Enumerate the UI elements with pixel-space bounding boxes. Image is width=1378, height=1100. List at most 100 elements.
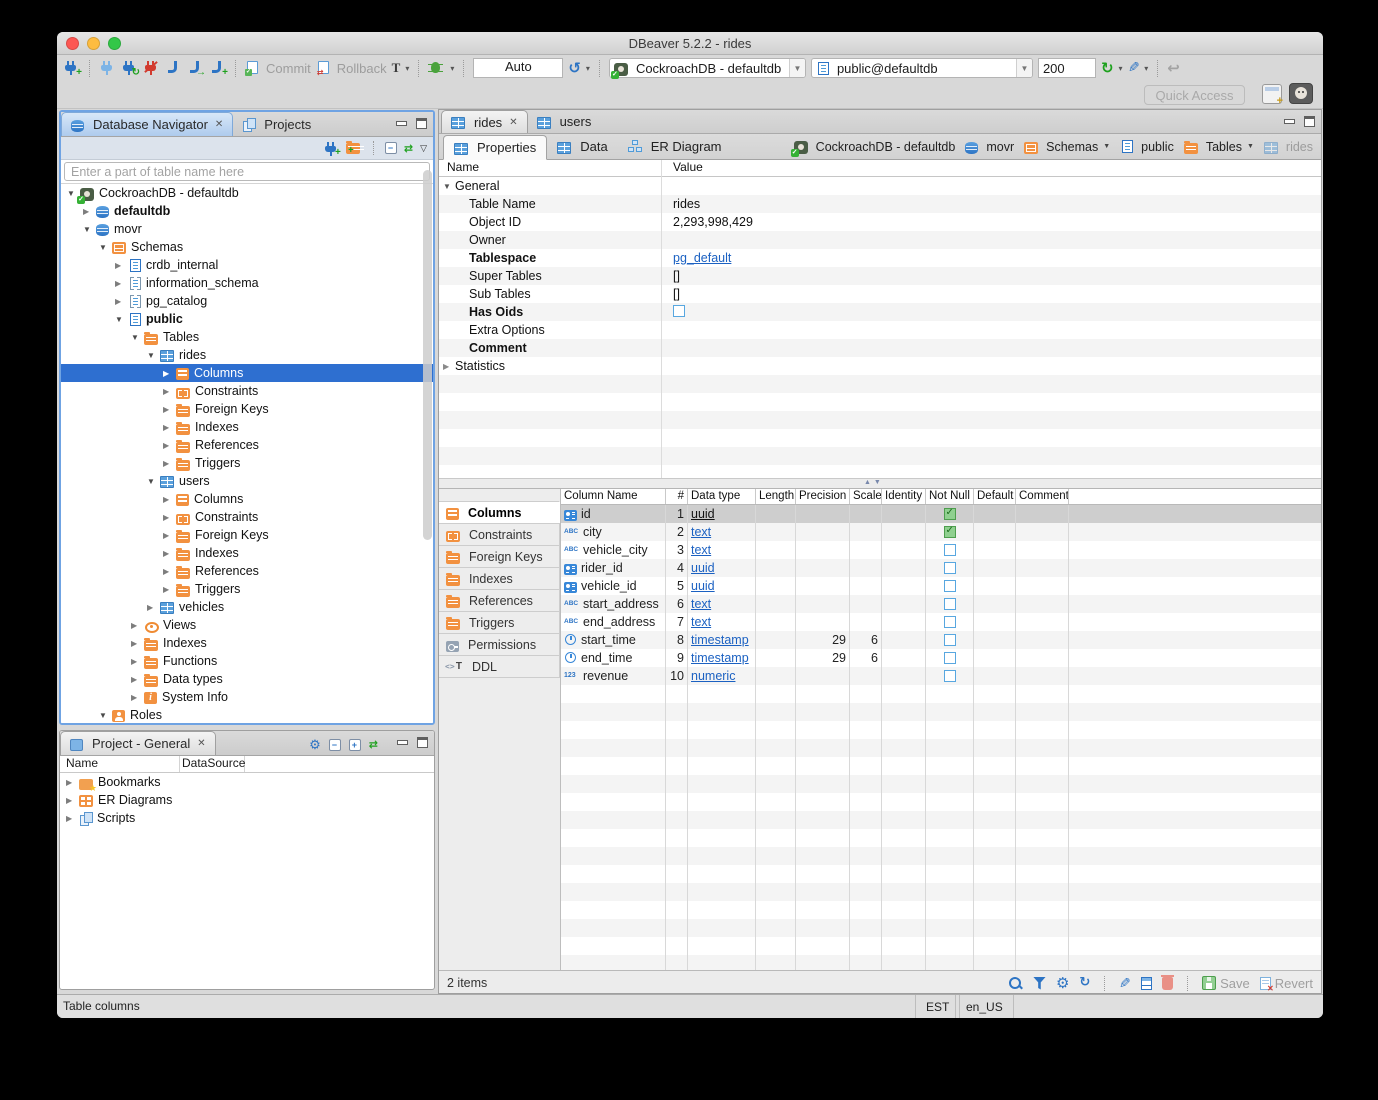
data-type-link[interactable]: uuid xyxy=(691,507,715,521)
column-row-end-address[interactable]: end_address7text xyxy=(561,613,1321,631)
maximize-view-icon[interactable] xyxy=(416,118,427,129)
quick-access-button[interactable]: Quick Access xyxy=(1144,85,1245,105)
splitter-sash[interactable]: ▲▼ xyxy=(439,478,1321,488)
dbeaver-perspective-icon[interactable] xyxy=(1289,83,1313,104)
column-row-id[interactable]: id1uuid xyxy=(561,505,1321,523)
new-connection-icon[interactable]: + xyxy=(63,60,80,76)
expand-arrow[interactable]: ▶ xyxy=(443,362,455,371)
minimize-editor-icon[interactable] xyxy=(1284,119,1295,124)
project-item-bookmarks[interactable]: ▶Bookmarks xyxy=(60,773,434,791)
detail-tab-permissions[interactable]: Permissions xyxy=(439,633,560,656)
detail-tab-foreign-keys[interactable]: Foreign Keys xyxy=(439,545,560,568)
new-sql-editor-icon[interactable]: + xyxy=(209,60,226,76)
connect-icon[interactable] xyxy=(99,60,116,76)
schema-combo[interactable]: public@defaultdb ▼ xyxy=(811,58,1033,78)
maximize-view-icon[interactable] xyxy=(417,737,428,748)
expand-arrow[interactable]: ▶ xyxy=(163,387,176,396)
expand-arrow[interactable]: ▼ xyxy=(83,225,96,234)
commit-button[interactable]: Commit xyxy=(245,60,311,76)
expand-arrow[interactable]: ▼ xyxy=(443,182,455,191)
property-row-table-name[interactable]: Table Namerides xyxy=(439,195,1321,213)
column-row-vehicle-city[interactable]: vehicle_city3text xyxy=(561,541,1321,559)
search-icon[interactable] xyxy=(1008,976,1023,991)
expand-arrow[interactable]: ▶ xyxy=(83,207,96,216)
tree-item-references[interactable]: ▶References xyxy=(61,562,433,580)
transaction-mode-button[interactable]: T▾ xyxy=(392,60,410,76)
delete-trash-icon[interactable] xyxy=(1162,977,1173,990)
property-value-link[interactable]: pg_default xyxy=(673,251,731,265)
tree-item-constraints[interactable]: ▶Constraints xyxy=(61,508,433,526)
subtab-properties[interactable]: Properties xyxy=(443,135,547,160)
tree-item-defaultdb[interactable]: ▶defaultdb xyxy=(61,202,433,220)
tree-item-references[interactable]: ▶References xyxy=(61,436,433,454)
expand-arrow[interactable]: ▼ xyxy=(147,351,160,360)
revert-button[interactable]: Revert xyxy=(1260,976,1313,991)
column-row-start-address[interactable]: start_address6text xyxy=(561,595,1321,613)
column-row-city[interactable]: city2text xyxy=(561,523,1321,541)
editor-tab-users[interactable]: users xyxy=(528,110,601,133)
expand-arrow[interactable]: ▶ xyxy=(163,369,176,378)
grid-header-identity[interactable]: Identity xyxy=(882,489,926,504)
grid-header-column-name[interactable]: Column Name xyxy=(561,489,666,504)
breadcrumb-item-schemas[interactable]: Schemas▼ xyxy=(1024,140,1110,154)
tree-item-foreign-keys[interactable]: ▶Foreign Keys xyxy=(61,400,433,418)
transaction-log-button[interactable]: ↺▾ xyxy=(568,60,590,76)
tree-item-cockroachdb-defaultdb[interactable]: ▼CockroachDB - defaultdb xyxy=(61,184,433,202)
debug-button[interactable]: ▾ xyxy=(428,60,454,76)
minimize-window-button[interactable] xyxy=(87,37,100,50)
column-settings-icon[interactable] xyxy=(1141,977,1152,990)
tab-projects[interactable]: Projects xyxy=(233,112,320,136)
grid-header-scale[interactable]: Scale xyxy=(850,489,882,504)
open-sql-console-icon[interactable]: → xyxy=(187,60,204,76)
property-row-has-oids[interactable]: Has Oids xyxy=(439,303,1321,321)
collapse-all-icon[interactable] xyxy=(329,739,341,751)
commit-mode-select[interactable]: Auto xyxy=(473,58,563,78)
data-type-link[interactable]: text xyxy=(691,615,711,629)
not-null-checkbox[interactable] xyxy=(944,544,956,556)
column-row-vehicle-id[interactable]: vehicle_id5uuid xyxy=(561,577,1321,595)
tree-item-indexes[interactable]: ▶Indexes xyxy=(61,544,433,562)
subtab-data[interactable]: Data xyxy=(547,134,617,159)
disconnect-icon[interactable] xyxy=(143,60,160,76)
data-type-link[interactable]: text xyxy=(691,597,711,611)
detail-tab-ddl[interactable]: DDL xyxy=(439,655,560,678)
tree-item-triggers[interactable]: ▶Triggers xyxy=(61,580,433,598)
expand-arrow[interactable]: ▶ xyxy=(115,261,128,270)
expand-arrow[interactable]: ▶ xyxy=(163,513,176,522)
tree-item-information-schema[interactable]: ▶information_schema xyxy=(61,274,433,292)
expand-all-icon[interactable] xyxy=(349,739,361,751)
column-row-start-time[interactable]: start_time8timestamp296 xyxy=(561,631,1321,649)
tree-item-data-types[interactable]: ▶Data types xyxy=(61,670,433,688)
not-null-checkbox[interactable] xyxy=(944,580,956,592)
expand-arrow[interactable]: ▶ xyxy=(163,423,176,432)
expand-arrow[interactable]: ▶ xyxy=(131,693,144,702)
detail-tab-references[interactable]: References xyxy=(439,589,560,612)
save-button[interactable]: Save xyxy=(1202,976,1250,991)
property-row-tablespace[interactable]: Tablespacepg_default xyxy=(439,249,1321,267)
not-null-checkbox[interactable] xyxy=(944,616,956,628)
data-type-link[interactable]: text xyxy=(691,525,711,539)
filter-icon[interactable] xyxy=(1033,977,1046,990)
close-icon[interactable]: ✕ xyxy=(509,117,517,128)
property-row-super-tables[interactable]: Super Tables[] xyxy=(439,267,1321,285)
tree-item-columns[interactable]: ▶Columns xyxy=(61,364,433,382)
chevron-down-icon[interactable]: ▼ xyxy=(1103,143,1110,150)
minimize-view-icon[interactable] xyxy=(396,121,407,126)
refresh-icon[interactable]: ↻ xyxy=(1079,975,1090,991)
data-type-link[interactable]: uuid xyxy=(691,561,715,575)
open-perspective-icon[interactable] xyxy=(1262,84,1282,104)
tree-item-crdb-internal[interactable]: ▶crdb_internal xyxy=(61,256,433,274)
expand-arrow[interactable]: ▶ xyxy=(163,549,176,558)
expand-arrow[interactable]: ▼ xyxy=(115,315,128,324)
tree-item-pg-catalog[interactable]: ▶pg_catalog xyxy=(61,292,433,310)
close-window-button[interactable] xyxy=(66,37,79,50)
link-with-editor-icon[interactable]: ⇄ xyxy=(369,737,378,752)
tree-item-tables[interactable]: ▼Tables xyxy=(61,328,433,346)
tree-item-schemas[interactable]: ▼Schemas xyxy=(61,238,433,256)
tree-item-functions[interactable]: ▶Functions xyxy=(61,652,433,670)
tree-item-indexes[interactable]: ▶Indexes xyxy=(61,418,433,436)
property-row-comment[interactable]: Comment xyxy=(439,339,1321,357)
detail-tab-constraints[interactable]: Constraints xyxy=(439,523,560,546)
property-row-statistics[interactable]: ▶Statistics xyxy=(439,357,1321,375)
tree-item-public[interactable]: ▼public xyxy=(61,310,433,328)
